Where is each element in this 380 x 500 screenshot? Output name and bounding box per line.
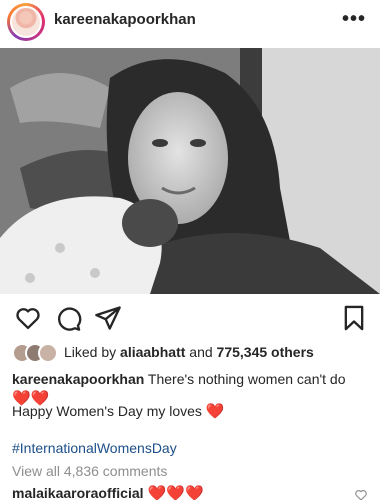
liker-avatars [12,343,58,363]
likes-prefix: Liked by [64,344,121,360]
heart-outline-icon[interactable] [14,304,42,332]
likes-middle: and [185,344,217,360]
comment-author[interactable]: malaikaaroraofficial [12,485,144,500]
caption-line-2: Happy Women's Day my loves ❤️ [12,402,225,420]
comment-text: ❤️❤️❤️ [143,485,204,500]
post-username[interactable]: kareenakapoorkhan [54,11,196,28]
post-header: kareenakapoorkhan ••• [0,0,380,44]
caption-line-2-text: Happy Women's Day my loves [12,403,206,419]
liker-avatar [38,343,58,363]
comment-like-icon[interactable] [354,488,368,500]
hashtag-link[interactable]: #InternationalWomensDay [12,440,177,456]
view-all-comments-link[interactable]: View all 4,836 comments [12,463,167,479]
comment-row: malaikaaroraofficial ❤️❤️❤️ [12,484,204,500]
more-horizontal-icon[interactable]: ••• [342,8,366,31]
post-photo[interactable] [0,48,380,294]
bookmark-icon[interactable] [340,304,368,332]
avatar[interactable] [10,6,42,38]
paper-plane-icon[interactable] [94,304,122,332]
liker-username[interactable]: aliaabhatt [120,344,185,360]
caption-text: There's nothing women can't do [144,371,346,387]
heart-emoji: ❤️ [205,403,225,420]
post-actions [0,300,380,336]
likes-count[interactable]: 775,345 others [217,344,314,360]
story-ring[interactable] [7,3,45,41]
likes-row: Liked by aliaabhatt and 775,345 others [12,342,372,364]
caption-author[interactable]: kareenakapoorkhan [12,371,144,387]
comment-bubble-icon[interactable] [54,304,82,332]
likes-text[interactable]: Liked by aliaabhatt and 775,345 others [64,344,314,360]
